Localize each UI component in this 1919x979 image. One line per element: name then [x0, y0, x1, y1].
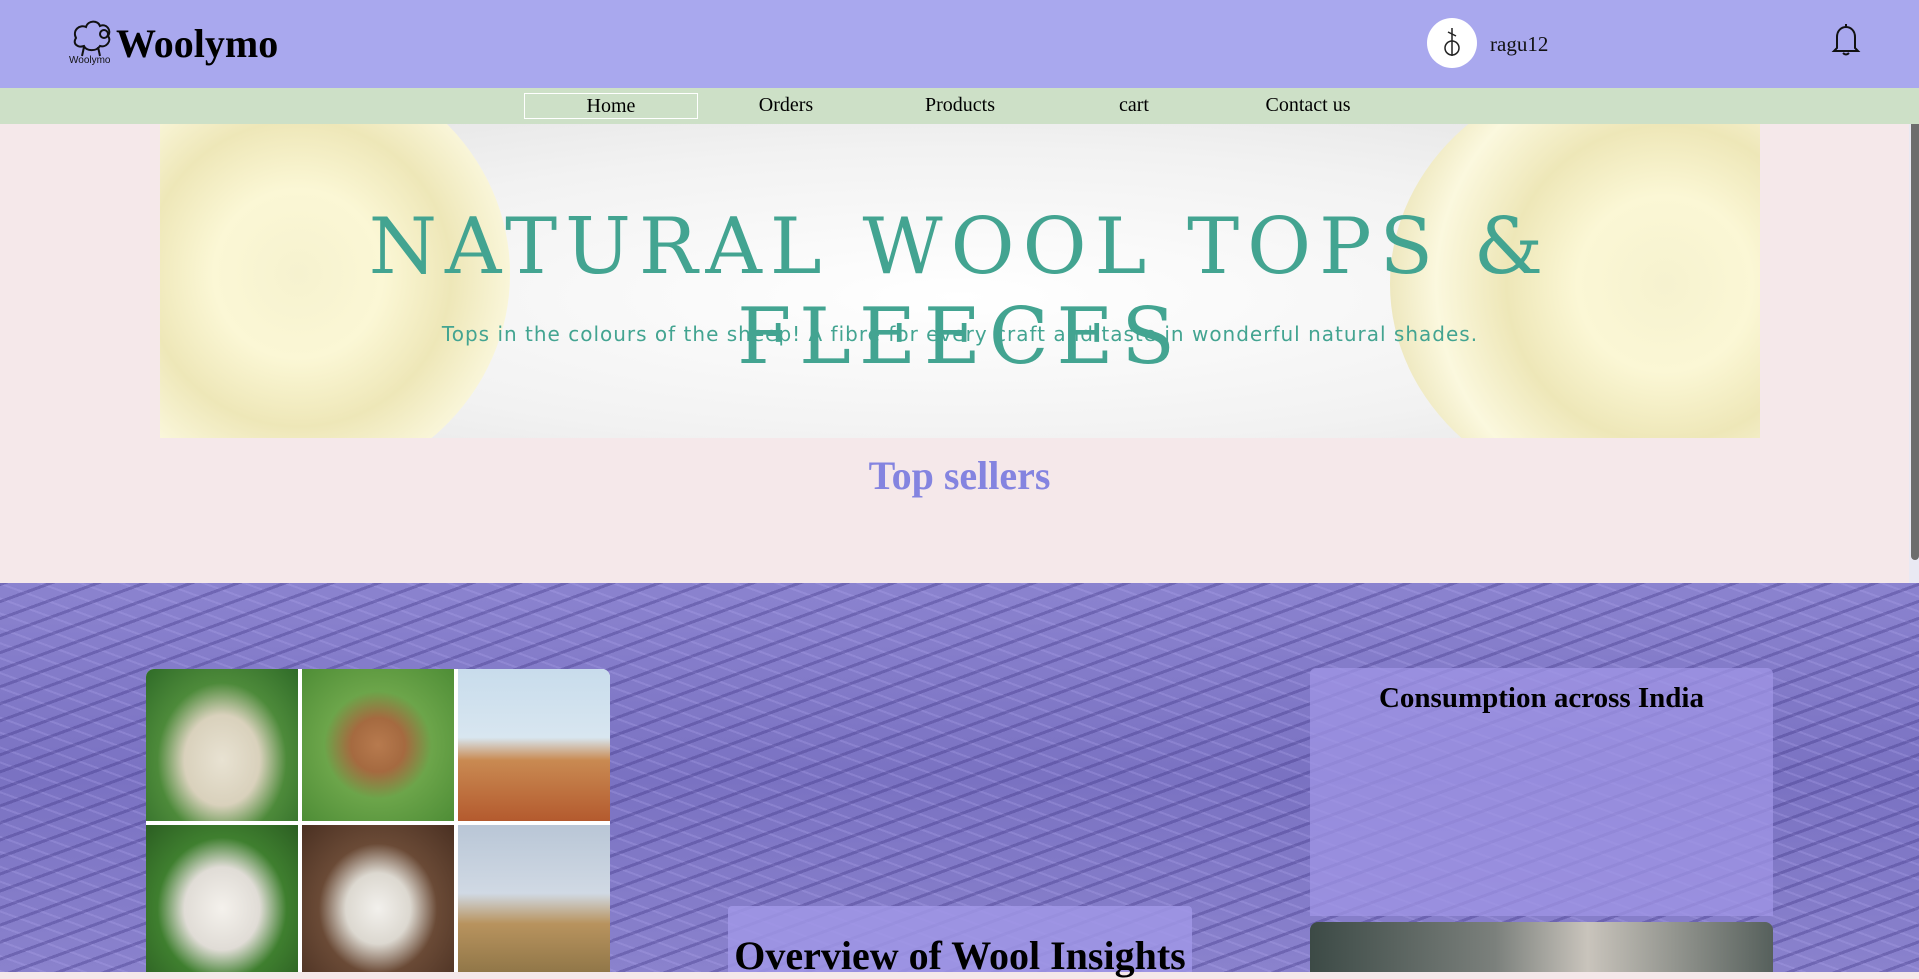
goat-image[interactable]: [302, 825, 454, 972]
hero-title: NATURAL WOOL TOPS & FLEECES: [368, 202, 1552, 382]
nav-contact-us[interactable]: Contact us: [1222, 93, 1394, 117]
header: Woolymo Woolymo ragu12: [0, 0, 1919, 88]
logo-caption: Woolymo: [69, 55, 111, 66]
main-nav: Home Orders Products cart Contact us: [0, 88, 1919, 124]
nav-orders[interactable]: Orders: [700, 93, 872, 117]
vicuna-image[interactable]: [458, 825, 610, 972]
wool-photo: [1310, 922, 1773, 972]
brand-name[interactable]: Woolymo: [116, 20, 278, 67]
angora-rabbit-image[interactable]: [146, 825, 298, 972]
bell-icon[interactable]: [1831, 22, 1861, 58]
avatar-icon: [1444, 28, 1460, 56]
angora-goat-image[interactable]: [146, 669, 298, 821]
consumption-panel: Consumption across India: [1310, 668, 1773, 916]
nav-products[interactable]: Products: [874, 93, 1046, 117]
camel-image[interactable]: [458, 669, 610, 821]
avatar[interactable]: [1427, 18, 1477, 68]
consumption-title: Consumption across India: [1378, 682, 1704, 714]
top-sellers-title: Top sellers: [868, 453, 1051, 498]
overview-panel: Overview of Wool Insights: [728, 906, 1192, 978]
hero-banner: NATURAL WOOL TOPS & FLEECES Tops in the …: [160, 124, 1760, 438]
animal-image-grid: [146, 669, 610, 972]
nav-home[interactable]: Home: [524, 93, 698, 119]
username[interactable]: ragu12: [1490, 32, 1548, 57]
hero-subtitle: Tops in the colours of the sheep! A fibr…: [441, 322, 1479, 346]
alpaca-image[interactable]: [302, 669, 454, 821]
nav-cart[interactable]: cart: [1048, 93, 1220, 117]
